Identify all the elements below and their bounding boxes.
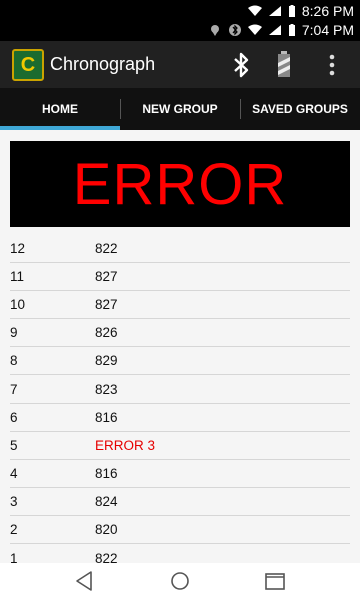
navigation-bar	[0, 563, 360, 599]
shot-velocity: 816	[95, 465, 118, 481]
battery-status-icon-2	[288, 24, 295, 36]
shot-velocity: ERROR 3	[95, 437, 156, 453]
tab-home[interactable]: HOME	[0, 88, 120, 130]
shot-number: 7	[10, 381, 18, 397]
tab-new-group-label: NEW GROUP	[142, 102, 218, 116]
shot-row[interactable]: 12 822	[10, 235, 350, 264]
home-icon[interactable]	[167, 568, 193, 594]
shot-row[interactable]: 9 826	[10, 319, 350, 348]
status-bar: 8:26 PM 7:04 PM	[0, 0, 360, 41]
bluetooth-status-icon	[228, 24, 241, 36]
shot-number: 10	[10, 297, 26, 313]
shot-number: 2	[10, 521, 18, 537]
tab-saved-groups-label: SAVED GROUPS	[252, 102, 348, 116]
shot-row[interactable]: 11 827	[10, 263, 350, 292]
shot-number: 5	[10, 437, 18, 453]
shot-row[interactable]: 4 816	[10, 460, 350, 488]
shot-velocity: 823	[95, 381, 118, 397]
shot-list[interactable]: 12 822 11 827 10 827 9 826 8 829 7 823 6 816 5 ERROR 3 4…	[10, 235, 350, 572]
shot-velocity: 820	[95, 521, 118, 537]
shot-number: 6	[10, 409, 18, 425]
tab-saved-groups[interactable]: SAVED GROUPS	[240, 88, 360, 130]
tab-bar: HOME NEW GROUP SAVED GROUPS	[0, 88, 360, 130]
shot-velocity: 827	[95, 297, 118, 313]
app-logo-letter: C	[20, 53, 36, 76]
velocity-display-text: ERROR	[72, 151, 288, 217]
signal-icon-2	[268, 25, 281, 35]
shot-row[interactable]: 6 816	[10, 404, 350, 432]
status-row-top: 8:26 PM	[247, 2, 354, 20]
app-logo: C	[12, 49, 44, 81]
shot-velocity: 827	[95, 269, 118, 285]
tab-new-group[interactable]: NEW GROUP	[120, 88, 240, 130]
shot-velocity: 822	[95, 241, 118, 257]
shot-number: 11	[10, 269, 25, 285]
status-time-top: 8:26 PM	[301, 3, 354, 19]
shot-row[interactable]: 2 820	[10, 516, 350, 545]
bluetooth-icon[interactable]	[228, 51, 254, 79]
shot-row[interactable]: 8 829	[10, 347, 350, 376]
shot-velocity: 824	[95, 493, 118, 509]
tab-home-label: HOME	[42, 102, 78, 116]
velocity-display: ERROR	[10, 141, 350, 227]
shot-row[interactable]: 10 827	[10, 291, 350, 320]
wifi-icon	[247, 5, 262, 16]
wifi-icon-2	[247, 24, 262, 35]
recents-icon[interactable]	[262, 568, 288, 594]
location-icon	[210, 25, 219, 36]
app-bar: C Chronograph	[0, 41, 360, 88]
status-row-bottom: 7:04 PM	[208, 21, 354, 39]
battery-status-icon	[288, 5, 295, 17]
shot-number: 4	[10, 465, 18, 481]
shot-number: 12	[10, 241, 26, 257]
shot-number: 8	[10, 353, 18, 369]
overflow-menu-icon[interactable]	[320, 51, 344, 79]
shot-velocity: 826	[95, 325, 118, 341]
shot-velocity: 829	[95, 353, 118, 369]
shot-row[interactable]: 5 ERROR 3	[10, 432, 350, 460]
shot-number: 3	[10, 493, 18, 509]
signal-icon	[268, 6, 281, 16]
shot-velocity: 816	[95, 409, 118, 425]
back-icon[interactable]	[72, 568, 98, 594]
battery-icon[interactable]	[272, 51, 296, 79]
shot-row[interactable]: 3 824	[10, 488, 350, 516]
shot-row[interactable]: 7 823	[10, 375, 350, 404]
status-time-bottom: 7:04 PM	[301, 22, 354, 38]
shot-number: 9	[10, 325, 18, 341]
app-title: Chronograph	[50, 54, 156, 74]
